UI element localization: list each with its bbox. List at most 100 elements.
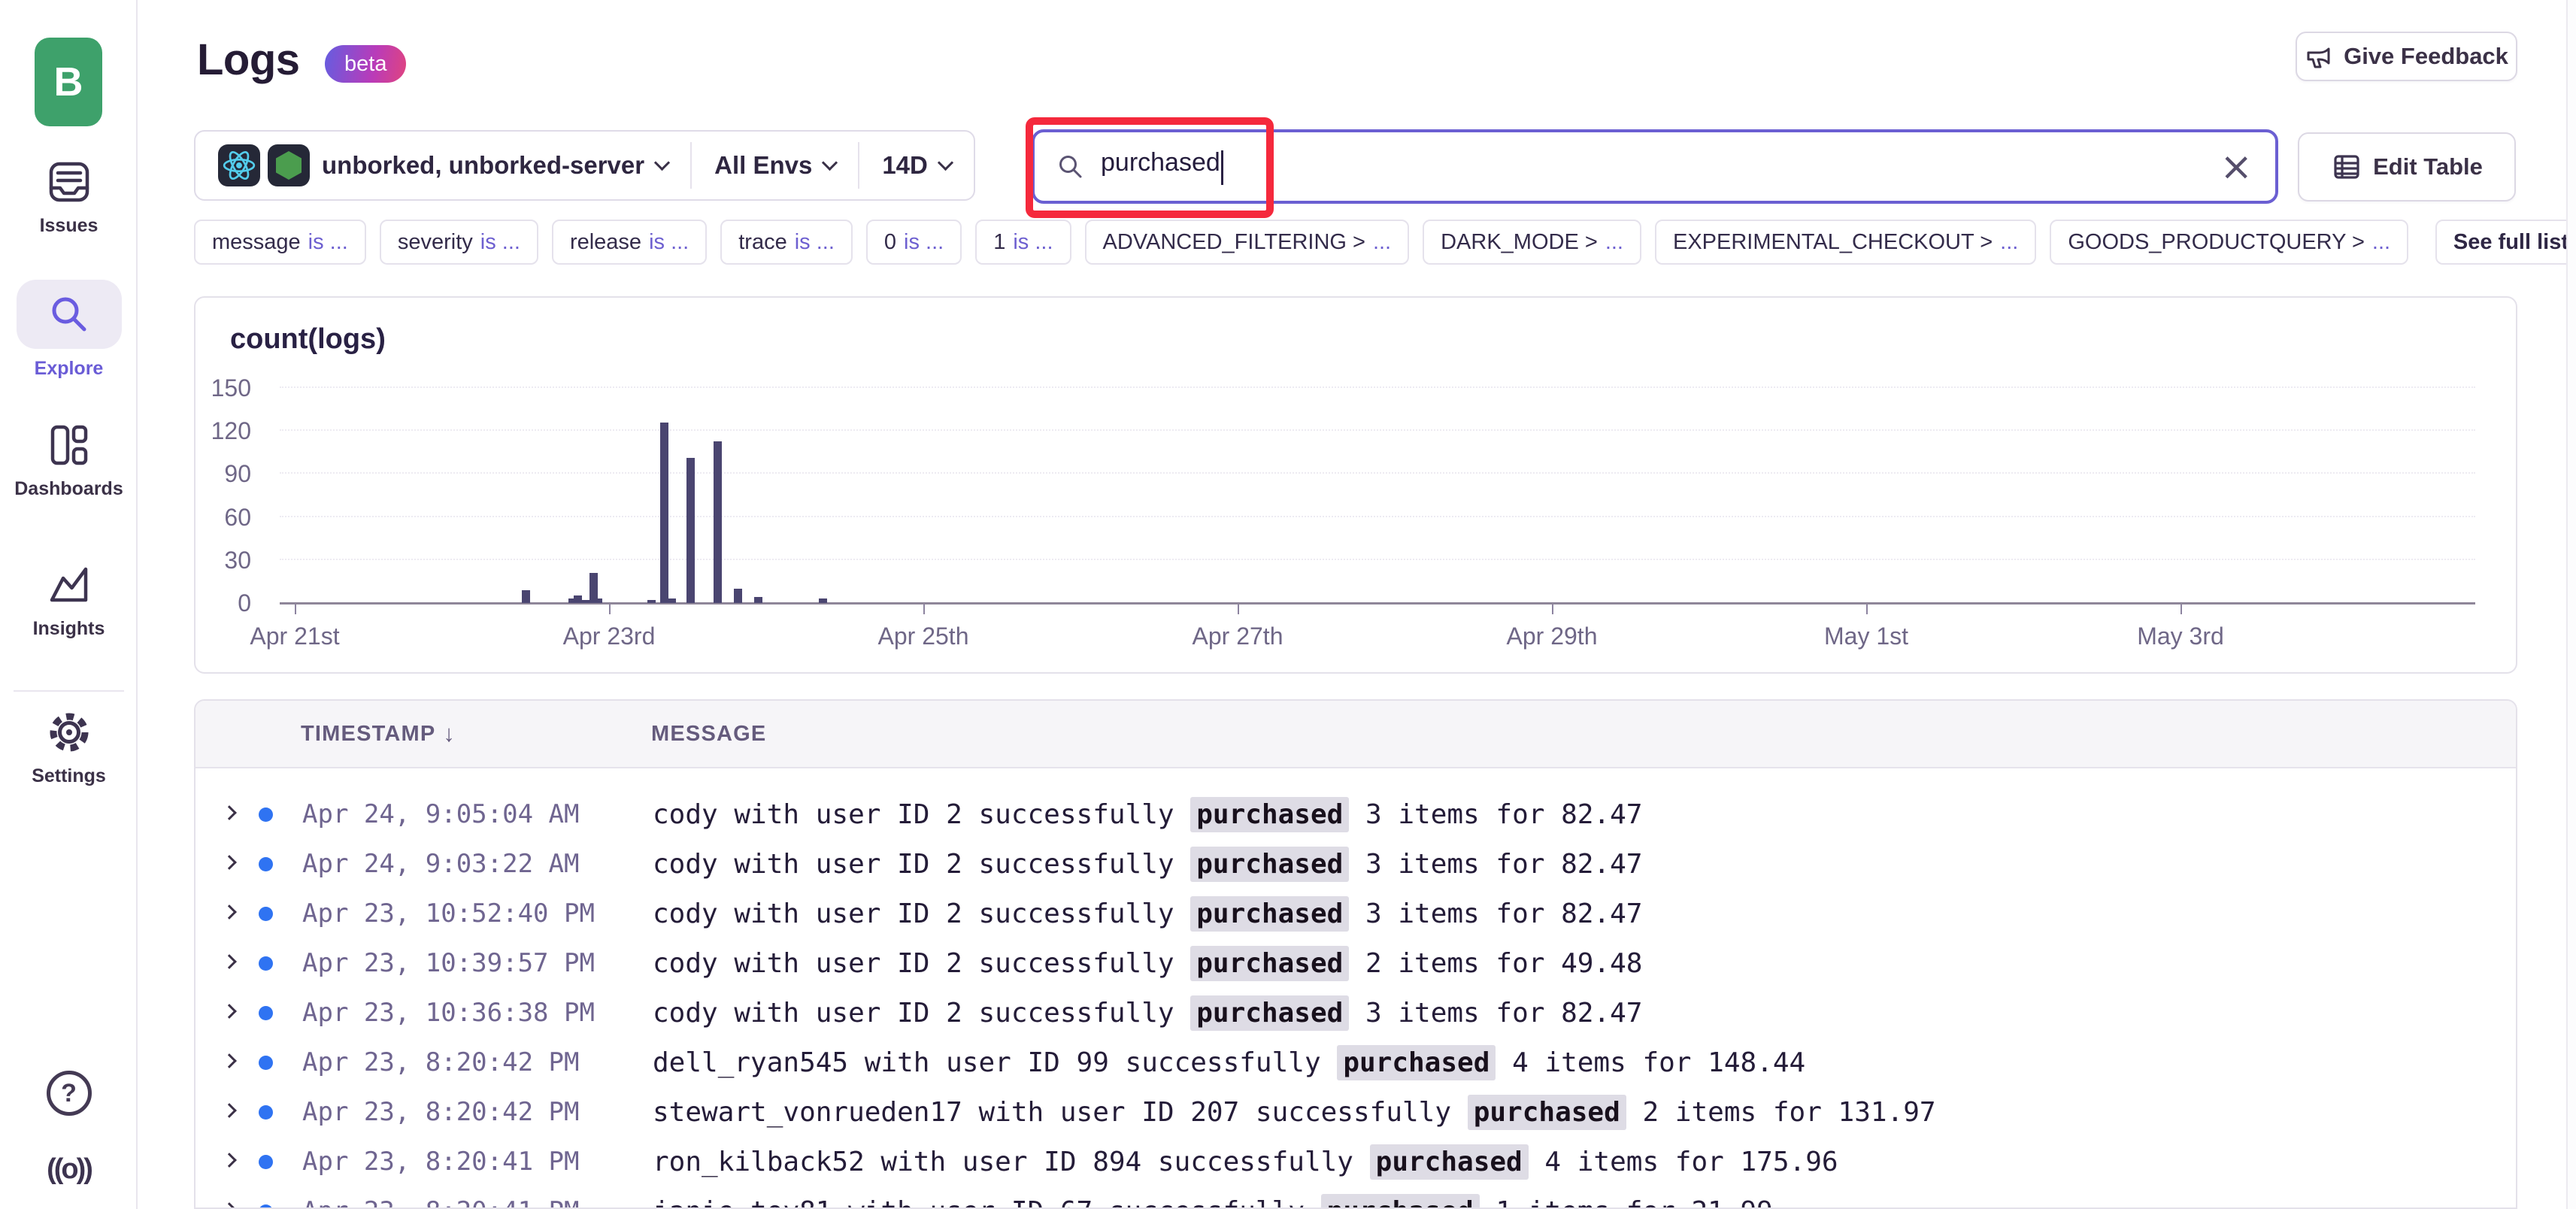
- log-row[interactable]: Apr 23, 10:36:38 PMcody with user ID 2 s…: [195, 988, 2516, 1038]
- log-count-bar[interactable]: [522, 590, 530, 603]
- log-timestamp: Apr 23, 10:52:40 PM: [302, 898, 653, 929]
- sidebar-item-label: Issues: [40, 215, 98, 237]
- project-selector[interactable]: unborked, unborked-server: [195, 132, 690, 199]
- whats-new-button[interactable]: ((o)): [0, 1153, 138, 1186]
- log-count-bar[interactable]: [686, 458, 695, 603]
- megaphone-icon: [2305, 42, 2333, 71]
- expand-row-chevron-icon[interactable]: [224, 1056, 259, 1070]
- log-search-input[interactable]: purchased ×: [1032, 129, 2278, 204]
- x-axis-tick: [1238, 604, 1239, 614]
- sidebar-item-settings[interactable]: Settings: [0, 708, 138, 787]
- y-axis-tick-label: 90: [224, 459, 251, 488]
- org-avatar[interactable]: B: [35, 38, 102, 126]
- edit-table-button[interactable]: Edit Table: [2298, 132, 2516, 202]
- give-feedback-label: Give Feedback: [2344, 43, 2508, 70]
- chart-gridline: [280, 559, 2475, 560]
- chart-plot-area[interactable]: Apr 21stApr 23rdApr 25thApr 27thApr 29th…: [280, 388, 2475, 603]
- log-count-bar[interactable]: [594, 598, 602, 603]
- react-project-icon: [218, 144, 260, 186]
- edit-table-label: Edit Table: [2373, 153, 2483, 180]
- sidebar-item-insights[interactable]: Insights: [0, 561, 138, 640]
- log-message: cody with user ID 2 successfully purchas…: [653, 948, 1642, 979]
- give-feedback-button[interactable]: Give Feedback: [2296, 32, 2517, 81]
- expand-row-chevron-icon[interactable]: [224, 808, 259, 822]
- log-row[interactable]: Apr 23, 8:20:41 PMjanie_toy81 with user …: [195, 1186, 2516, 1209]
- expand-row-chevron-icon[interactable]: [224, 1105, 259, 1120]
- log-count-bar[interactable]: [714, 441, 722, 603]
- x-axis-tick: [295, 604, 296, 614]
- expand-row-chevron-icon[interactable]: [224, 857, 259, 871]
- x-axis-tick: [1866, 604, 1868, 614]
- log-row[interactable]: Apr 23, 8:20:42 PMstewart_vonrueden17 wi…: [195, 1087, 2516, 1137]
- x-axis-tick-label: Apr 21st: [250, 623, 339, 650]
- log-row[interactable]: Apr 23, 10:52:40 PMcody with user ID 2 s…: [195, 889, 2516, 938]
- search-input-value: purchased: [1101, 148, 1220, 177]
- text-cursor: [1221, 150, 1223, 185]
- sidebar-item-explore[interactable]: Explore: [0, 280, 138, 380]
- expand-row-chevron-icon[interactable]: [224, 1006, 259, 1020]
- filter-chip[interactable]: 0is ...: [866, 220, 962, 265]
- log-row[interactable]: Apr 23, 8:20:42 PMdell_ryan545 with user…: [195, 1038, 2516, 1087]
- chart-gridline: [280, 516, 2475, 517]
- filter-chip[interactable]: EXPERIMENTAL_CHECKOUT >...: [1655, 220, 2036, 265]
- message-column-header[interactable]: MESSAGE: [651, 722, 766, 747]
- filter-chip[interactable]: 1is ...: [975, 220, 1071, 265]
- log-count-bar[interactable]: [734, 589, 742, 603]
- x-axis-tick: [1552, 604, 1553, 614]
- expand-row-chevron-icon[interactable]: [224, 1204, 259, 1209]
- sidebar-item-label: Insights: [33, 618, 105, 640]
- log-count-bar[interactable]: [754, 597, 762, 603]
- filter-chip[interactable]: DARK_MODE >...: [1423, 220, 1641, 265]
- filter-chip[interactable]: messageis ...: [194, 220, 366, 265]
- sidebar-item-issues[interactable]: Issues: [0, 158, 138, 237]
- filter-chip[interactable]: traceis ...: [720, 220, 853, 265]
- chart-gridline: [280, 429, 2475, 431]
- log-timestamp: Apr 23, 8:20:42 PM: [302, 1097, 653, 1127]
- log-count-bar[interactable]: [647, 600, 656, 603]
- log-row[interactable]: Apr 23, 10:39:57 PMcody with user ID 2 s…: [195, 938, 2516, 988]
- x-axis-tick-label: Apr 25th: [878, 623, 969, 650]
- insights-chart-icon: [45, 561, 93, 609]
- clear-search-icon[interactable]: ×: [2220, 147, 2253, 186]
- page-scrollbar[interactable]: [2566, 0, 2576, 1209]
- table-icon: [2331, 151, 2362, 183]
- filter-chip[interactable]: ADVANCED_FILTERING >...: [1085, 220, 1410, 265]
- sidebar-divider: [14, 690, 124, 692]
- log-row[interactable]: Apr 24, 9:05:04 AMcody with user ID 2 su…: [195, 789, 2516, 839]
- see-full-list-chip[interactable]: See full list: [2435, 220, 2576, 265]
- explore-active-pill: [17, 280, 122, 349]
- log-level-dot: [259, 1056, 302, 1070]
- filter-chip[interactable]: releaseis ...: [552, 220, 707, 265]
- expand-row-chevron-icon[interactable]: [224, 956, 259, 971]
- log-count-bar[interactable]: [819, 598, 827, 603]
- log-row[interactable]: Apr 23, 8:20:41 PMron_kilback52 with use…: [195, 1137, 2516, 1186]
- filter-chips-row: messageis ... severityis ... releaseis ...…: [194, 220, 2576, 265]
- search-match-highlight: purchased: [1190, 946, 1349, 981]
- log-count-bar[interactable]: [660, 423, 668, 603]
- environment-selector[interactable]: All Envs: [692, 132, 858, 199]
- sidebar-item-dashboards[interactable]: Dashboards: [0, 421, 138, 500]
- search-match-highlight: purchased: [1190, 995, 1349, 1031]
- log-count-bar[interactable]: [668, 598, 676, 603]
- log-count-bar[interactable]: [581, 600, 589, 603]
- help-button[interactable]: ?: [0, 1071, 138, 1116]
- date-range-selector-label: 14D: [882, 151, 928, 180]
- log-level-dot: [259, 1204, 302, 1209]
- page-title: Logs: [197, 35, 300, 85]
- x-axis-tick: [923, 604, 925, 614]
- log-row[interactable]: Apr 24, 9:03:22 AMcody with user ID 2 su…: [195, 839, 2516, 889]
- y-axis-tick-label: 30: [224, 546, 251, 574]
- search-icon: [1057, 153, 1084, 180]
- y-axis-tick-label: 60: [224, 503, 251, 532]
- filter-chip[interactable]: severityis ...: [380, 220, 538, 265]
- filter-chip[interactable]: GOODS_PRODUCTQUERY >...: [2050, 220, 2408, 265]
- x-axis-tick-label: May 3rd: [2137, 623, 2224, 650]
- expand-row-chevron-icon[interactable]: [224, 907, 259, 921]
- project-selector-label: unborked, unborked-server: [322, 151, 644, 180]
- timestamp-column-header[interactable]: TIMESTAMP ↓: [301, 720, 651, 747]
- expand-row-chevron-icon[interactable]: [224, 1155, 259, 1169]
- log-count-bar[interactable]: [574, 595, 582, 603]
- x-axis-tick: [609, 604, 611, 614]
- node-project-icon: [268, 144, 310, 186]
- date-range-selector[interactable]: 14D: [859, 132, 974, 199]
